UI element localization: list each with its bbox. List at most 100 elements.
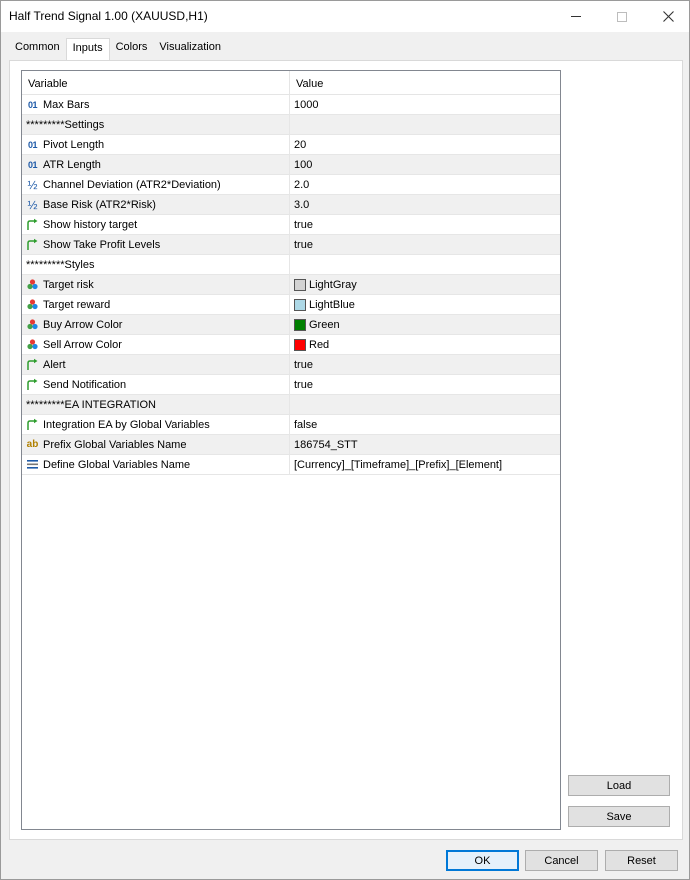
variable-value: Green [309, 318, 340, 331]
variable-cell: Target reward [22, 295, 290, 314]
variable-name: Base Risk (ATR2*Risk) [43, 198, 156, 211]
variable-value: LightBlue [309, 298, 355, 311]
variable-name: Show history target [43, 218, 138, 231]
value-cell[interactable]: true [290, 235, 560, 254]
close-button[interactable] [645, 1, 690, 32]
value-cell[interactable]: true [290, 215, 560, 234]
value-cell[interactable]: 186754_STT [290, 435, 560, 454]
ok-button[interactable]: OK [446, 850, 519, 871]
grid-rows: 01 Max Bars 1000 *********Settings 01 Pivot L… [22, 95, 560, 475]
variable-cell: *********Styles [22, 255, 290, 274]
double-icon: ½ [27, 197, 38, 212]
value-cell[interactable] [290, 255, 560, 274]
table-row[interactable]: ½ Channel Deviation (ATR2*Deviation) 2.0 [22, 175, 560, 195]
value-cell[interactable]: false [290, 415, 560, 434]
table-row[interactable]: 01 Max Bars 1000 [22, 95, 560, 115]
window-title: Half Trend Signal 1.00 (XAUUSD,H1) [9, 9, 208, 23]
cancel-button[interactable]: Cancel [525, 850, 598, 871]
value-cell[interactable]: Red [290, 335, 560, 354]
variable-value: 2.0 [294, 178, 310, 191]
table-row[interactable]: Buy Arrow Color Green [22, 315, 560, 335]
variable-value: false [294, 418, 318, 431]
close-icon [662, 11, 674, 22]
reset-button[interactable]: Reset [605, 850, 678, 871]
column-header-variable[interactable]: Variable [22, 71, 290, 94]
value-cell[interactable]: [Currency]_[Timeframe]_[Prefix]_[Element… [290, 455, 560, 474]
table-row[interactable]: *********Styles [22, 255, 560, 275]
enumeration-icon [26, 458, 39, 471]
minimize-button[interactable] [553, 1, 599, 32]
table-row[interactable]: Target reward LightBlue [22, 295, 560, 315]
variable-name: Target risk [43, 278, 94, 291]
table-row[interactable]: Sell Arrow Color Red [22, 335, 560, 355]
maximize-icon [617, 11, 627, 22]
title-bar: Half Trend Signal 1.00 (XAUUSD,H1) [1, 1, 689, 32]
variable-name: Sell Arrow Color [43, 338, 122, 351]
table-row[interactable]: Target risk LightGray [22, 275, 560, 295]
table-row[interactable]: Define Global Variables Name [Currency]_[… [22, 455, 560, 475]
variable-cell: 01 ATR Length [22, 155, 290, 174]
table-row[interactable]: Alert true [22, 355, 560, 375]
value-cell[interactable] [290, 115, 560, 134]
value-cell[interactable]: true [290, 375, 560, 394]
value-cell[interactable]: 1000 [290, 95, 560, 114]
boolean-arrow-icon [26, 378, 39, 391]
column-header-value[interactable]: Value [290, 71, 560, 94]
color-swatch [294, 338, 306, 351]
variable-cell: 01 Max Bars [22, 95, 290, 114]
variable-cell: Buy Arrow Color [22, 315, 290, 334]
value-cell[interactable]: 100 [290, 155, 560, 174]
variable-value: 3.0 [294, 198, 310, 211]
variable-cell: *********Settings [22, 115, 290, 134]
variable-value: 1000 [294, 98, 319, 111]
variable-name: Show Take Profit Levels [43, 238, 161, 251]
variable-value: 100 [294, 158, 313, 171]
table-row[interactable]: ab Prefix Global Variables Name 186754_STT [22, 435, 560, 455]
table-row[interactable]: Show Take Profit Levels true [22, 235, 560, 255]
table-row[interactable]: 01 Pivot Length 20 [22, 135, 560, 155]
save-button[interactable]: Save [568, 806, 670, 827]
load-button[interactable]: Load [568, 775, 670, 796]
variable-cell: ½ Base Risk (ATR2*Risk) [22, 195, 290, 214]
variable-cell: Define Global Variables Name [22, 455, 290, 474]
value-cell[interactable]: 3.0 [290, 195, 560, 214]
variable-name: Pivot Length [43, 138, 105, 151]
value-cell[interactable]: 20 [290, 135, 560, 154]
table-row[interactable]: *********Settings [22, 115, 560, 135]
variable-value: LightGray [309, 278, 357, 291]
variable-name: Max Bars [43, 98, 90, 111]
variable-name: *********Styles [26, 258, 95, 271]
variable-value: true [294, 378, 313, 391]
value-cell[interactable]: Green [290, 315, 560, 334]
variable-cell: Send Notification [22, 375, 290, 394]
variable-cell: Alert [22, 355, 290, 374]
value-cell[interactable] [290, 395, 560, 414]
tab-common[interactable]: Common [9, 38, 66, 60]
grid-header: Variable Value [22, 71, 560, 95]
value-cell[interactable]: LightGray [290, 275, 560, 294]
tab-colors[interactable]: Colors [110, 38, 154, 60]
variable-value: true [294, 358, 313, 371]
variable-cell: Sell Arrow Color [22, 335, 290, 354]
maximize-button[interactable] [599, 1, 645, 32]
inputs-grid: Variable Value 01 Max Bars 1000 *********Se… [21, 70, 561, 830]
variable-value: Red [309, 338, 330, 351]
string-icon: ab [26, 439, 39, 450]
variable-name: Integration EA by Global Variables [43, 418, 210, 431]
value-cell[interactable]: 2.0 [290, 175, 560, 194]
boolean-arrow-icon [26, 418, 39, 431]
value-cell[interactable]: true [290, 355, 560, 374]
color-swatch [294, 318, 306, 331]
table-row[interactable]: Send Notification true [22, 375, 560, 395]
color-palette-icon [26, 298, 39, 311]
table-row[interactable]: ½ Base Risk (ATR2*Risk) 3.0 [22, 195, 560, 215]
tab-inputs[interactable]: Inputs [65, 38, 110, 60]
value-cell[interactable]: LightBlue [290, 295, 560, 314]
table-row[interactable]: 01 ATR Length 100 [22, 155, 560, 175]
variable-name: *********Settings [26, 118, 105, 131]
table-row[interactable]: *********EA INTEGRATION [22, 395, 560, 415]
variable-name: Channel Deviation (ATR2*Deviation) [43, 178, 221, 191]
table-row[interactable]: Integration EA by Global Variables false [22, 415, 560, 435]
tab-visualization[interactable]: Visualization [153, 38, 227, 60]
table-row[interactable]: Show history target true [22, 215, 560, 235]
